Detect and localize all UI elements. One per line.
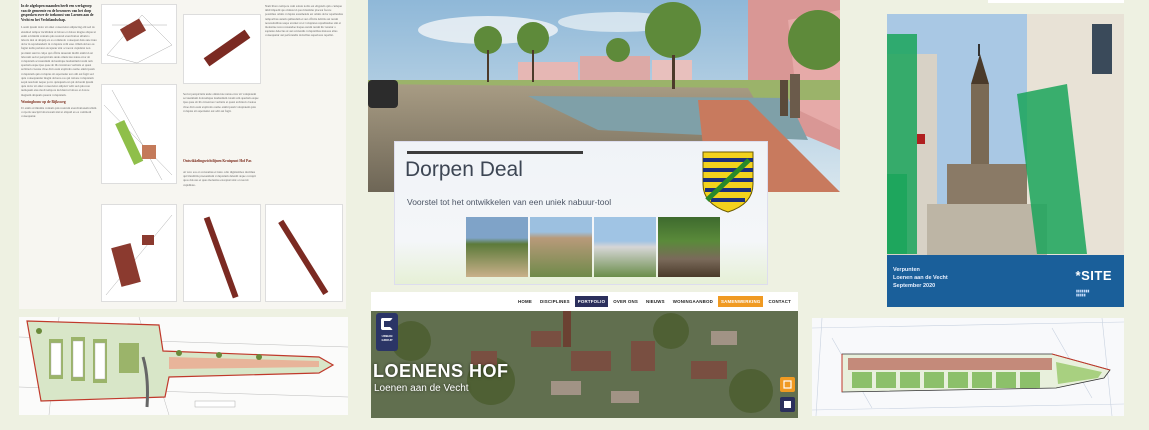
website-screenshot: HOME DISCIPLINES PORTFOLIO OVER ONS NIEU… — [371, 292, 798, 418]
plan-thumbnail — [101, 204, 177, 302]
cover-brand-logo: *SITE — [1075, 268, 1112, 283]
nav-item-disciplines[interactable]: DISCIPLINES — [537, 296, 573, 307]
article-heading-1: Woningbouw op de Rijksweg — [21, 99, 66, 104]
photo-bridge — [594, 217, 656, 277]
plan-thumbnail — [101, 4, 177, 64]
cover-footer-line-2: Loenen aan de Vecht — [893, 275, 948, 281]
hero-subtitle: Loenen aan de Vecht — [374, 383, 469, 394]
slide-subtitle: Voorstel tot het ontwikkelen van een uni… — [407, 197, 612, 207]
plan-thumbnail — [183, 204, 261, 302]
article-column-3: Sed ut perspiciatis unde omnis iste natu… — [183, 4, 261, 304]
slide-title: Dorpen Deal — [405, 158, 523, 181]
photo-strip — [466, 217, 720, 277]
presentation-slide: Dorpen Deal Voorstel tot het ontwikkelen… — [394, 141, 768, 285]
cover-footer-line-3: September 2020 — [893, 283, 936, 289]
cover-footer-line-1: Verpunten — [893, 267, 920, 273]
coat-of-arms-icon — [699, 148, 757, 214]
website-nav: HOME DISCIPLINES PORTFOLIO OVER ONS NIEU… — [371, 292, 798, 311]
cover-partner-logo: ▮▮▮▮▮▮▮ ▮▮▮▮▮ — [1076, 289, 1090, 297]
hero-title: LOENENS HOF — [373, 361, 509, 381]
nav-item-samenwerking[interactable]: SAMENWERKING — [717, 296, 764, 307]
article-column-2 — [101, 4, 177, 304]
image-edge — [988, 0, 1124, 3]
brochure-cover: Verpunten Loenen aan de Vecht September … — [887, 14, 1124, 307]
plan-thumbnail — [183, 14, 261, 84]
hero-aerial-photo: URBAN GROUP LOENENS HOF Loenen aan de Ve… — [371, 311, 798, 418]
photo-tower — [658, 217, 720, 277]
article-column-1: In de afgelopen maanden heeft een werkgr… — [21, 4, 97, 119]
urban-group-logo[interactable]: URBAN GROUP — [376, 313, 398, 351]
share-icon[interactable] — [780, 377, 795, 392]
logo-text: URBAN GROUP — [381, 334, 393, 342]
article-clipping: In de afgelopen maanden heeft een werkgr… — [19, 0, 346, 309]
photo-church — [530, 217, 592, 277]
site-plan-image — [812, 318, 1124, 416]
nav-item-contact[interactable]: CONTACT — [765, 296, 794, 307]
nav-item-home[interactable]: HOME — [515, 296, 535, 307]
cover-brand-text: SITE — [1081, 268, 1112, 283]
title-rule — [407, 151, 583, 154]
plan-thumbnail — [101, 84, 177, 184]
photo-village-square — [466, 217, 528, 277]
article-heading-2: Ontwikkelingsrichtlijnen Kruispunt Hof P… — [183, 159, 252, 163]
article-column-4: Nam libero tempore cum soluta nobis est … — [265, 4, 343, 304]
nav-item-woningaanbod[interactable]: WONINGAANBOD — [670, 296, 716, 307]
contact-icon[interactable] — [780, 397, 795, 412]
plan-thumbnail — [265, 204, 343, 302]
site-plan-image — [19, 317, 348, 415]
nav-item-nieuws[interactable]: NIEUWS — [643, 296, 668, 307]
nav-item-portfolio[interactable]: PORTFOLIO — [574, 296, 609, 307]
nav-item-over-ons[interactable]: OVER ONS — [610, 296, 641, 307]
